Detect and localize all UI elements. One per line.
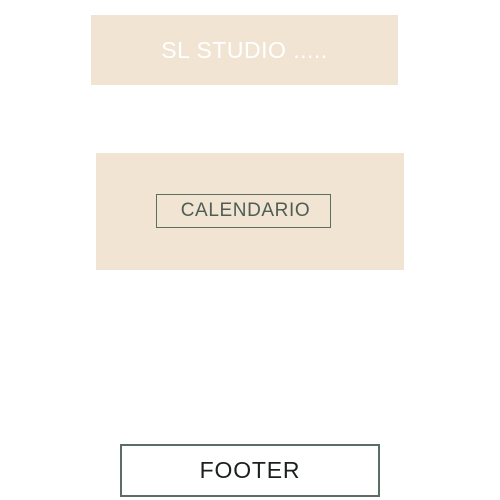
header-banner: SL STUDIO ..... (91, 15, 398, 85)
page: SL STUDIO ..... CALENDARIO FOOTER (0, 0, 500, 500)
site-title: SL STUDIO ..... (161, 36, 328, 63)
calendar-button[interactable]: CALENDARIO (156, 194, 331, 228)
calendar-section: CALENDARIO (96, 153, 404, 270)
footer-label: FOOTER (199, 457, 301, 483)
footer: FOOTER (120, 444, 380, 497)
